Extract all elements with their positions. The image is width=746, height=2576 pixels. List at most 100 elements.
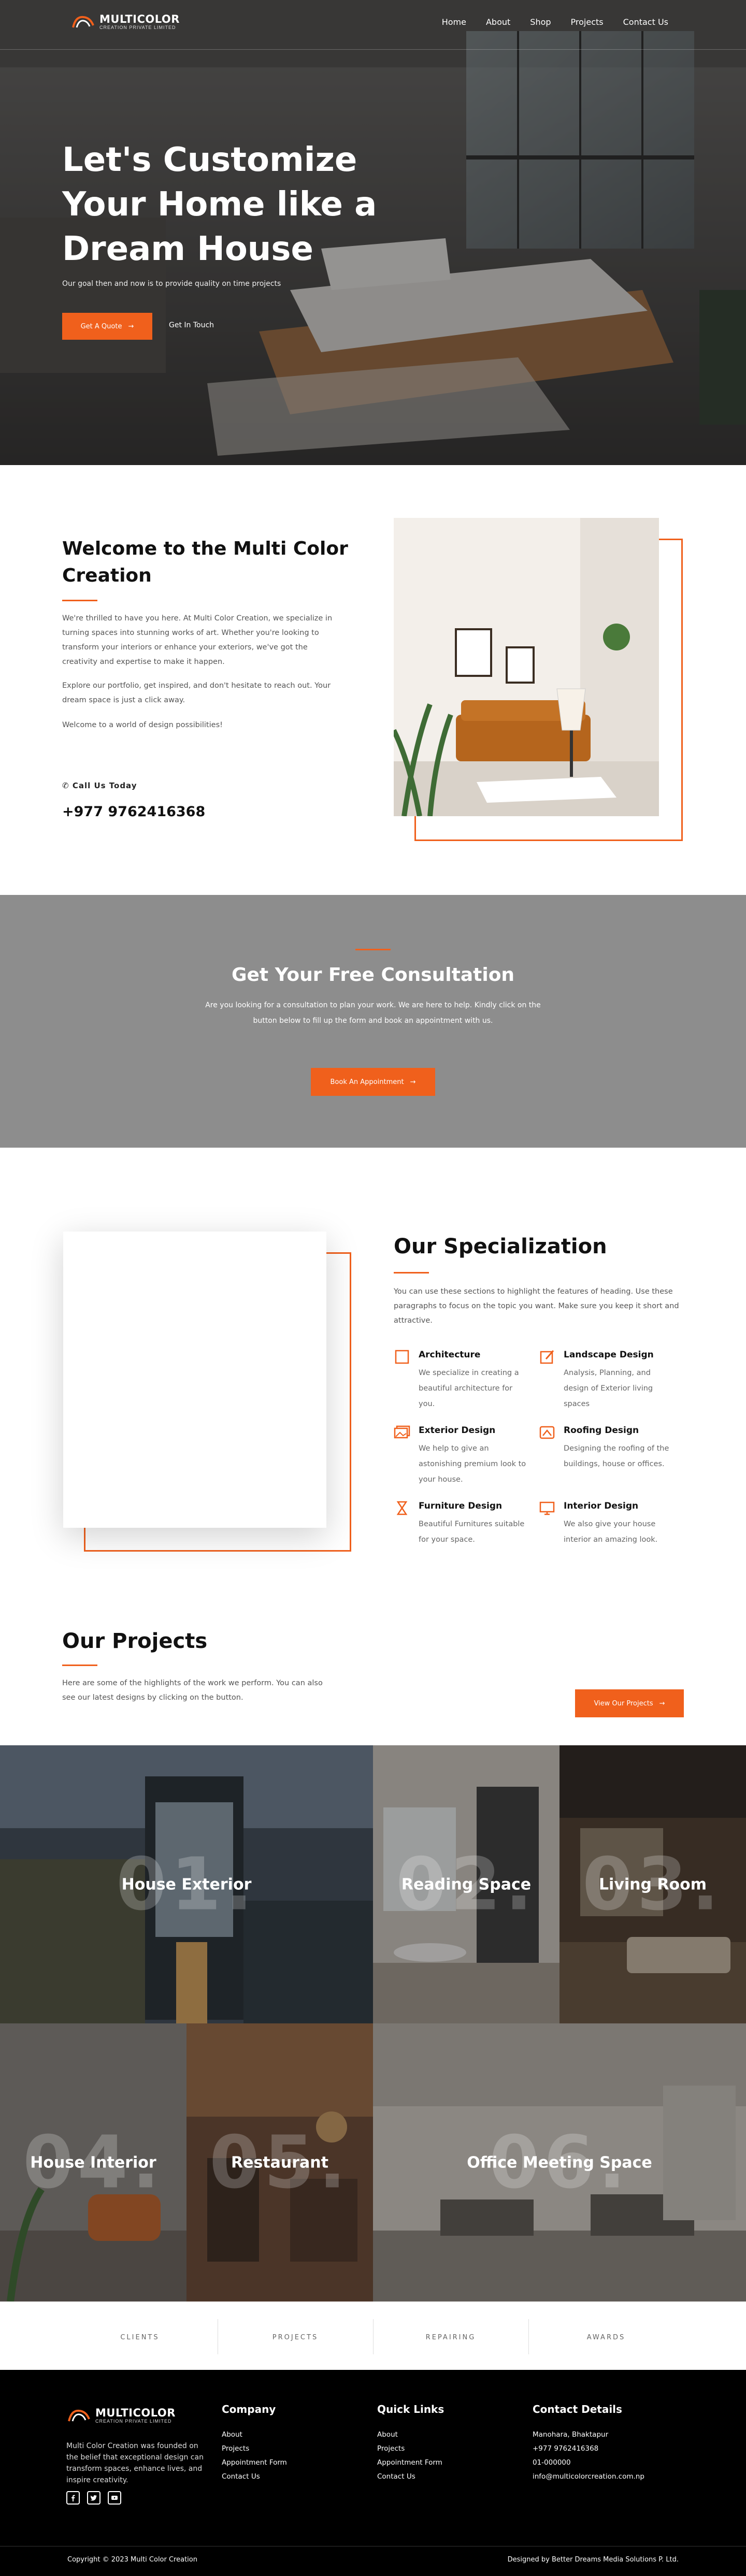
tile-label: House Interior (30, 2153, 156, 2172)
spec-name: Architecture (419, 1350, 481, 1360)
nav-menu: Home About Shop Projects Contact Us (442, 17, 668, 27)
copyright-text: Copyright © 2023 Multi Color Creation (67, 2556, 197, 2564)
nav-shop[interactable]: Shop (530, 17, 551, 27)
spec-desc: We help to give an astonishing premium l… (419, 1444, 526, 1484)
strip-projects[interactable]: PROJECTS (218, 2334, 373, 2341)
welcome-title-underline (62, 600, 97, 601)
spec-desc: We specialize in creating a beautiful ar… (419, 1369, 519, 1408)
nav-about[interactable]: About (486, 17, 510, 27)
arrow-right-icon: → (659, 1699, 665, 1707)
quick-link-about[interactable]: About (377, 2428, 442, 2442)
strip-repairing[interactable]: REPAIRING (373, 2334, 528, 2341)
footer-about: Multi Color Creation was founded on the … (66, 2442, 204, 2484)
book-appointment-label: Book An Appointment (330, 1078, 404, 1086)
logo-tagline: CREATION PRIVATE LIMITED (99, 25, 176, 30)
project-tile-restaurant[interactable]: 05. Restaurant (187, 2023, 373, 2302)
tile-label: Living Room (598, 1875, 707, 1893)
strip-clients[interactable]: CLIENTS (62, 2334, 218, 2341)
get-in-touch-link[interactable]: Get In Touch (169, 321, 214, 329)
footer-company-links: About Projects Appointment Form Contact … (222, 2428, 287, 2484)
call-us-label: ✆ Call Us Today (62, 781, 137, 790)
contact-landline[interactable]: 01-000000 (533, 2456, 644, 2470)
quick-link-contact[interactable]: Contact Us (377, 2470, 442, 2484)
phone-icon: ✆ (62, 781, 69, 790)
consultation-title: Get Your Free Consultation (231, 964, 515, 986)
spec-desc: Analysis, Planning, and design of Exteri… (564, 1369, 653, 1408)
footer-logo[interactable]: MULTICOLOR CREATION PRIVATE LIMITED (67, 2407, 176, 2424)
spec-desc: We also give your house interior an amaz… (564, 1520, 658, 1544)
top-navigation: MULTICOLOR CREATION PRIVATE LIMITED Home… (0, 0, 746, 50)
project-tile-house-interior[interactable]: 04. House Interior (0, 2023, 187, 2302)
footer-contact-title: Contact Details (533, 2403, 622, 2415)
social-links (66, 2491, 121, 2505)
footer-link-projects[interactable]: Projects (222, 2442, 287, 2456)
footer-contact-details: Manohara, Bhaktapur +977 9762416368 01-0… (533, 2428, 644, 2484)
contact-email[interactable]: info@multicolorcreation.com.np (533, 2470, 644, 2484)
square-icon (394, 1349, 410, 1365)
nav-home[interactable]: Home (442, 17, 466, 27)
monitor-icon (539, 1500, 555, 1516)
project-tile-reading-space[interactable]: 02. Reading Space (373, 1745, 560, 2023)
get-a-quote-button[interactable]: Get A Quote → (62, 313, 152, 340)
living-room-image (394, 518, 659, 816)
projects-title: Our Projects (62, 1629, 208, 1653)
specialization-intro: You can use these sections to highlight … (394, 1287, 679, 1325)
twitter-icon[interactable] (87, 2491, 101, 2505)
tile-label: Reading Space (401, 1875, 532, 1893)
spec-desc: Designing the roofing of the buildings, … (564, 1444, 669, 1468)
contact-mobile[interactable]: +977 9762416368 (533, 2442, 644, 2456)
logo-emblem-icon (67, 2408, 91, 2423)
view-our-projects-button[interactable]: View Our Projects → (575, 1689, 684, 1717)
tile-label: Restaurant (231, 2153, 328, 2172)
project-tile-house-exterior[interactable]: 01. House Exterior (0, 1745, 373, 2023)
pencil-box-icon (539, 1349, 555, 1365)
tile-label: Office Meeting Space (467, 2153, 652, 2172)
header-logo[interactable]: MULTICOLOR CREATION PRIVATE LIMITED (71, 13, 180, 30)
footer-brand-name: MULTICOLOR (95, 2407, 176, 2419)
quick-link-appointment[interactable]: Appointment Form (377, 2456, 442, 2470)
facebook-icon[interactable] (66, 2491, 80, 2505)
call-us-text: Call Us Today (72, 781, 137, 790)
projects-underline (62, 1665, 97, 1666)
project-tile-living-room[interactable]: 03. Living Room (560, 1745, 746, 2023)
book-appointment-button[interactable]: Book An Appointment → (311, 1068, 435, 1096)
spec-name: Exterior Design (419, 1425, 496, 1436)
hourglass-icon (394, 1500, 410, 1516)
get-a-quote-label: Get A Quote (80, 322, 122, 330)
spec-name: Landscape Design (564, 1350, 654, 1360)
logo-emblem-icon (71, 14, 95, 30)
project-tile-office-meeting[interactable]: 06. Office Meeting Space (373, 2023, 746, 2302)
consultation-text: Are you looking for a consultation to pl… (205, 1001, 541, 1025)
welcome-paragraph-2: Explore our portfolio, get inspired, and… (62, 682, 331, 704)
footer-brand-tagline: CREATION PRIVATE LIMITED (95, 2419, 172, 2424)
welcome-title: Welcome to the Multi Color Creation (62, 538, 348, 586)
footer-link-about[interactable]: About (222, 2428, 287, 2442)
contact-address: Manohara, Bhaktapur (533, 2430, 609, 2439)
logo-brand-name: MULTICOLOR (99, 13, 180, 25)
strip-awards[interactable]: AWARDS (528, 2334, 684, 2341)
quick-link-projects[interactable]: Projects (377, 2442, 442, 2456)
tile-label: House Exterior (121, 1875, 252, 1893)
projects-text: Here are some of the highlights of the w… (62, 1679, 323, 1702)
youtube-icon[interactable] (108, 2491, 121, 2505)
spec-name: Furniture Design (419, 1501, 503, 1511)
designed-by-text[interactable]: Designed by Better Dreams Media Solution… (508, 2556, 679, 2564)
specialization-underline (394, 1272, 429, 1273)
image-icon (394, 1424, 410, 1441)
footer-quick-links: About Projects Appointment Form Contact … (377, 2428, 442, 2484)
nav-contact-us[interactable]: Contact Us (623, 17, 668, 27)
nav-projects[interactable]: Projects (571, 17, 604, 27)
footer-company-title: Company (222, 2403, 276, 2415)
hero-title: Let's Customize Your Home like a Dream H… (62, 141, 377, 268)
consultation-accent-line (355, 949, 391, 950)
arrow-right-icon: → (128, 322, 134, 330)
specialization-title: Our Specialization (394, 1235, 607, 1258)
specialization-card (63, 1232, 326, 1528)
footer-link-appointment[interactable]: Appointment Form (222, 2456, 287, 2470)
phone-number[interactable]: +977 9762416368 (62, 804, 205, 820)
welcome-paragraph-1: We're thrilled to have you here. At Mult… (62, 614, 333, 666)
footer-link-contact[interactable]: Contact Us (222, 2470, 287, 2484)
spec-desc: Beautiful Furnitures suitable for your s… (419, 1520, 525, 1544)
welcome-paragraph-3: Welcome to a world of design possibiliti… (62, 721, 223, 729)
arrow-right-icon: → (410, 1078, 416, 1086)
